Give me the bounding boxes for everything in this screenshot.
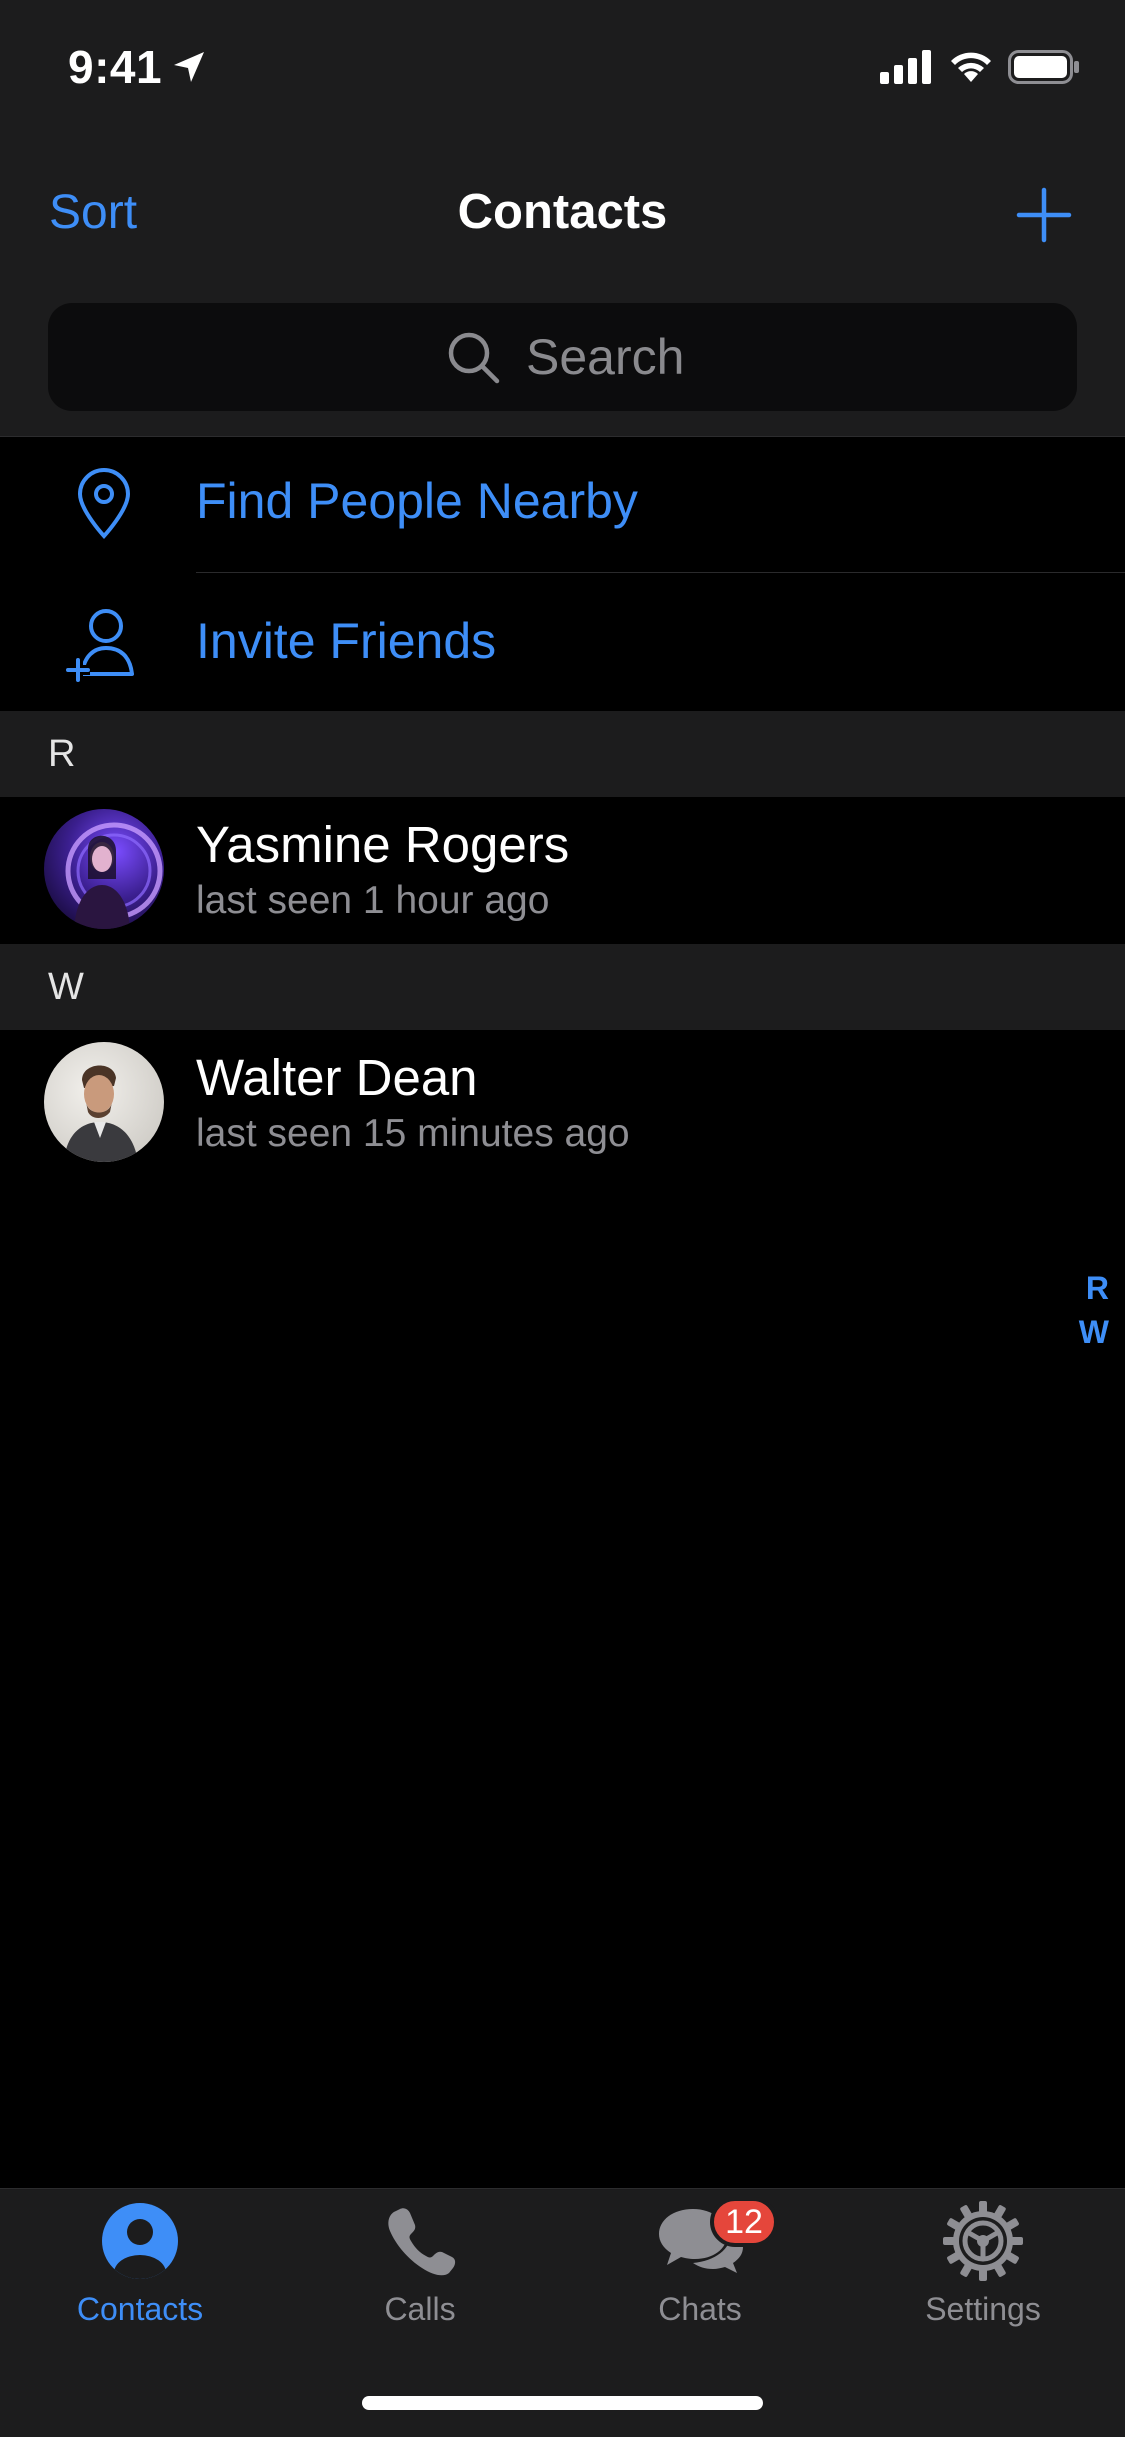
invite-friends-label: Invite Friends xyxy=(196,613,497,669)
unread-badge: 12 xyxy=(710,2197,778,2247)
search-icon xyxy=(448,332,500,384)
contact-row-yasmine-rogers[interactable]: Yasmine Rogers last seen 1 hour ago xyxy=(0,797,1125,944)
wifi-icon xyxy=(951,52,991,82)
invite-friends-row[interactable]: Invite Friends xyxy=(0,572,1125,710)
section-letter: R xyxy=(48,733,76,775)
tab-label: Contacts xyxy=(76,2291,204,2327)
section-header-r: R xyxy=(0,711,1125,797)
tab-label: Chats xyxy=(658,2291,742,2327)
contact-last-seen: last seen 1 hour ago xyxy=(196,879,550,922)
person-circle-icon xyxy=(102,2203,178,2279)
tab-contacts[interactable]: Contacts xyxy=(0,2189,280,2349)
gear-icon xyxy=(943,2201,1023,2281)
home-indicator xyxy=(362,2396,763,2410)
cellular-signal-icon xyxy=(880,50,931,84)
battery-icon xyxy=(1008,50,1079,84)
contact-name: Walter Dean xyxy=(196,1049,478,1106)
location-pin-icon xyxy=(77,468,131,539)
phone-icon xyxy=(388,2208,456,2276)
section-letter: W xyxy=(48,966,84,1008)
tab-chats[interactable]: 12 Chats xyxy=(560,2189,840,2349)
find-people-nearby-label: Find People Nearby xyxy=(196,473,638,529)
contact-row-walter-dean[interactable]: Walter Dean last seen 15 minutes ago xyxy=(0,1030,1125,1177)
contact-name: Yasmine Rogers xyxy=(196,816,570,873)
location-arrow-icon xyxy=(174,52,204,82)
index-letter-r[interactable]: R xyxy=(1086,1270,1109,1307)
add-person-icon xyxy=(66,609,134,682)
index-letter-w[interactable]: W xyxy=(1079,1314,1109,1351)
tab-label: Calls xyxy=(384,2291,456,2327)
contact-last-seen: last seen 15 minutes ago xyxy=(196,1112,630,1155)
tab-calls[interactable]: Calls xyxy=(280,2189,560,2349)
add-contact-plus-icon[interactable] xyxy=(1015,186,1073,244)
avatar xyxy=(44,1042,164,1162)
sort-button[interactable]: Sort xyxy=(49,185,137,240)
find-people-nearby-row[interactable]: Find People Nearby xyxy=(0,432,1125,570)
avatar xyxy=(44,809,164,929)
tab-label: Settings xyxy=(925,2291,1041,2327)
section-header-w: W xyxy=(0,944,1125,1030)
tab-settings[interactable]: Settings xyxy=(843,2189,1123,2349)
search-placeholder: Search xyxy=(526,329,685,385)
status-time: 9:41 xyxy=(68,41,163,93)
